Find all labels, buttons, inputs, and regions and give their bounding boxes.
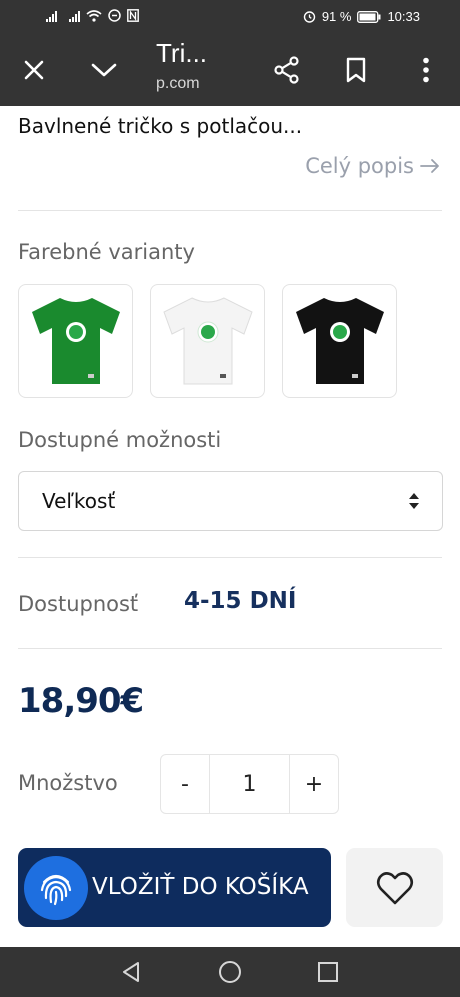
quantity-input[interactable]: 1 (209, 755, 290, 813)
page-title: Tri... (156, 38, 208, 68)
data-saver-icon (108, 9, 121, 22)
divider (18, 210, 442, 211)
options-heading: Dostupné možnosti (18, 428, 222, 452)
nfc-icon (127, 9, 139, 22)
product-description: Bavlnené tričko s potlačou... (18, 114, 303, 138)
product-price: 18,90€ (18, 681, 144, 721)
back-triangle-icon (123, 962, 139, 982)
alarm-icon (303, 11, 316, 23)
clock: 10:33 (387, 9, 420, 24)
browser-toolbar: Tri... p.com (0, 34, 460, 106)
signal-icon (46, 10, 57, 22)
more-options-button[interactable] (406, 50, 446, 90)
nav-back-button[interactable] (118, 959, 144, 985)
page-content: Bavlnené tričko s potlačou... Celý popis… (0, 106, 460, 947)
recents-square-icon (318, 962, 338, 982)
divider (18, 648, 442, 649)
variant-green[interactable] (18, 284, 133, 398)
chevron-down-icon (91, 63, 117, 77)
tshirt-green-image (31, 298, 120, 384)
select-arrows-icon (409, 493, 419, 509)
nav-recents-button[interactable] (315, 959, 341, 985)
close-tab-button[interactable] (14, 50, 54, 90)
add-to-cart-label: VLOŽIŤ DO KOŠÍKA (92, 874, 309, 900)
close-icon (24, 60, 44, 80)
add-to-cart-button[interactable]: VLOŽIŤ DO KOŠÍKA (18, 848, 331, 927)
more-vertical-icon (423, 57, 429, 83)
bookmark-button[interactable] (336, 50, 376, 90)
bookmark-icon (346, 57, 366, 83)
battery-percent: 91 % (321, 9, 352, 24)
variant-black[interactable] (282, 284, 397, 398)
status-bar: 91 % 10:33 (0, 0, 460, 34)
heart-icon (376, 871, 413, 904)
availability-label: Dostupnosť (18, 592, 139, 616)
page-url[interactable]: p.com (156, 75, 200, 93)
full-description-label: Celý popis (305, 154, 414, 178)
battery-icon (357, 10, 381, 23)
signal-icon-2 (69, 10, 80, 22)
minimize-button[interactable] (84, 50, 124, 90)
divider (18, 557, 442, 558)
size-select[interactable]: Veľkosť (18, 471, 443, 531)
wishlist-button[interactable] (346, 848, 443, 927)
home-circle-icon (219, 961, 241, 983)
availability-value: 4-15 DNÍ (184, 588, 297, 614)
share-icon (274, 56, 299, 84)
status-right-icons: 91 % 10:33 (303, 9, 420, 24)
size-select-value: Veľkosť (42, 489, 116, 513)
tshirt-white-image (162, 297, 253, 385)
arrow-right-icon (420, 159, 439, 173)
fingerprint-icon (40, 874, 72, 906)
status-left-icons (46, 9, 139, 22)
fingerprint-badge (24, 856, 88, 920)
quantity-stepper: - 1 + (160, 754, 339, 814)
quantity-decrease-button[interactable]: - (161, 755, 209, 813)
color-variants-heading: Farebné varianty (18, 240, 195, 264)
share-button[interactable] (267, 50, 307, 90)
variant-white[interactable] (150, 284, 265, 398)
tshirt-black-image (295, 298, 384, 384)
quantity-label: Množstvo (18, 771, 118, 795)
full-description-link[interactable]: Celý popis (305, 154, 440, 178)
wifi-icon (86, 9, 102, 22)
quantity-increase-button[interactable]: + (290, 755, 338, 813)
system-nav-bar (0, 947, 460, 997)
nav-home-button[interactable] (217, 959, 243, 985)
